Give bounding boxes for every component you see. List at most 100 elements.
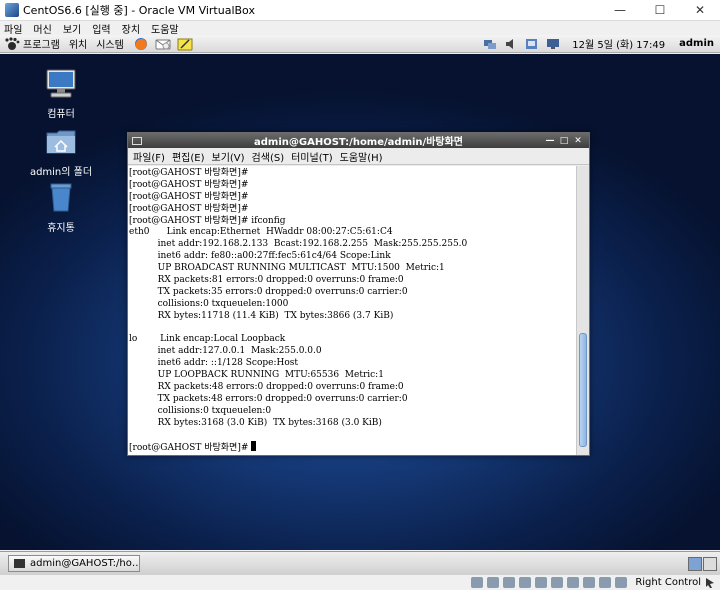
terminal-output[interactable]: [root@GAHOST 바탕화면]# [root@GAHOST 바탕화면]# … xyxy=(128,166,576,455)
vbox-statusbar: Right Control xyxy=(0,575,720,590)
cpu-icon[interactable] xyxy=(599,577,612,588)
menu-input[interactable]: 입력 xyxy=(92,21,110,36)
terminal-small-icon xyxy=(14,559,25,568)
terminal-line: collisions:0 txqueuelen:1000 xyxy=(129,298,289,309)
terminal-line: eth0 Link encap:Ethernet HWaddr 08:00:27… xyxy=(129,227,393,238)
optical-drive-icon[interactable] xyxy=(487,577,500,588)
terminal-line: [root@GAHOST 바탕화면]# ifconfig xyxy=(129,215,286,226)
minimize-button[interactable]: — xyxy=(600,0,640,21)
workspace-switcher xyxy=(687,556,717,571)
terminal-line: RX packets:48 errors:0 dropped:0 overrun… xyxy=(129,382,404,393)
terminal-titlebar[interactable]: admin@GAHOST:/home/admin/바탕화면 — □ ✕ xyxy=(128,133,589,148)
usb-icon[interactable] xyxy=(535,577,548,588)
terminal-menu-terminal[interactable]: 터미널(T) xyxy=(291,149,333,164)
menu-devices[interactable]: 장치 xyxy=(122,21,140,36)
maximize-button[interactable]: ☐ xyxy=(640,0,680,21)
terminal-line: inet6 addr: ::1/128 Scope:Host xyxy=(129,358,299,369)
keyboard-capture-icon[interactable] xyxy=(704,577,716,589)
desktop-icon-label: 휴지통 xyxy=(47,223,75,234)
taskbar-button-label: admin@GAHOST:/ho… xyxy=(30,558,140,569)
scrollbar-thumb[interactable] xyxy=(579,333,587,447)
desktop-icon-label: 컴퓨터 xyxy=(47,109,75,120)
menu-help[interactable]: 도움말 xyxy=(151,21,179,36)
terminal-title: admin@GAHOST:/home/admin/바탕화면 xyxy=(254,137,463,148)
terminal-line: [root@GAHOST 바탕화면]# xyxy=(129,203,249,214)
hard-disk-icon[interactable] xyxy=(471,577,484,588)
desktop-icon-trash[interactable]: 휴지통 xyxy=(26,181,96,234)
panel-user[interactable]: admin xyxy=(679,38,714,49)
firefox-icon[interactable] xyxy=(133,37,149,51)
display-icon[interactable] xyxy=(546,38,560,50)
terminal-menu-search[interactable]: 검색(S) xyxy=(252,149,285,164)
desktop-icon-home[interactable]: admin의 폴더 xyxy=(26,125,96,178)
guest-screen: 프로그램 위치 시스템 12월 5일 (화) 17:49 admin 컴퓨터 a… xyxy=(0,35,720,575)
terminal-prompt: [root@GAHOST 바탕화면]# xyxy=(129,443,252,454)
screen-icon[interactable] xyxy=(567,577,580,588)
terminal-close-button[interactable]: ✕ xyxy=(571,136,585,146)
terminal-line: [root@GAHOST 바탕화면]# xyxy=(129,168,249,178)
note-editor-icon[interactable] xyxy=(177,37,193,51)
gnome-bottom-panel: admin@GAHOST:/ho… xyxy=(0,551,720,575)
terminal-line: UP LOOPBACK RUNNING MTU:65536 Metric:1 xyxy=(129,370,384,381)
close-button[interactable]: ✕ xyxy=(680,0,720,21)
desktop-icon-label: admin의 폴더 xyxy=(29,167,93,178)
update-icon[interactable] xyxy=(525,38,539,50)
network-icon[interactable] xyxy=(483,38,497,50)
panel-clock[interactable]: 12월 5일 (화) 17:49 xyxy=(572,36,665,51)
menu-file[interactable]: 파일 xyxy=(4,21,22,36)
desktop-icon-computer[interactable]: 컴퓨터 xyxy=(26,67,96,120)
terminal-line: RX bytes:3168 (3.0 KiB) TX bytes:3168 (3… xyxy=(129,417,382,428)
system-menu[interactable]: 시스템 xyxy=(96,36,124,51)
terminal-line: inet addr:127.0.0.1 Mask:255.0.0.0 xyxy=(129,346,322,357)
places-menu[interactable]: 위치 xyxy=(69,36,87,51)
mail-icon[interactable] xyxy=(155,37,171,51)
vbox-menubar: 파일 머신 보기 입력 장치 도움말 xyxy=(0,21,720,36)
terminal-line: inet6 addr: fe80::a00:27ff:fec5:61c4/64 … xyxy=(129,251,391,262)
audio-icon[interactable] xyxy=(503,577,516,588)
workspace-1[interactable] xyxy=(688,556,702,571)
workspace-2[interactable] xyxy=(703,556,717,571)
desktop: 컴퓨터 admin의 폴더 휴지통 admin@GAHOST:/home/adm… xyxy=(0,54,720,550)
gnome-foot-icon xyxy=(5,36,20,50)
terminal-scrollbar[interactable] xyxy=(576,166,589,455)
menu-view[interactable]: 보기 xyxy=(63,21,81,36)
places-menu-label: 위치 xyxy=(68,40,88,51)
terminal-line: UP BROADCAST RUNNING MULTICAST MTU:1500 … xyxy=(129,263,445,274)
taskbar-terminal-button[interactable]: admin@GAHOST:/ho… xyxy=(8,555,140,572)
terminal-line: [root@GAHOST 바탕화면]# xyxy=(129,191,249,202)
terminal-line: lo Link encap:Local Loopback xyxy=(129,334,286,345)
system-menu-label: 시스템 xyxy=(96,40,124,51)
network-status-icon[interactable] xyxy=(519,577,532,588)
terminal-line: [root@GAHOST 바탕화면]# xyxy=(129,179,249,190)
gnome-top-panel: 프로그램 위치 시스템 12월 5일 (화) 17:49 admin xyxy=(0,35,720,53)
terminal-maximize-button[interactable]: □ xyxy=(557,136,571,146)
menu-machine[interactable]: 머신 xyxy=(33,21,51,36)
terminal-prompt-line: [root@GAHOST 바탕화면]# xyxy=(129,441,576,453)
terminal-line: collisions:0 txqueuelen:0 xyxy=(129,405,272,416)
terminal-menu-help[interactable]: 도움말(H) xyxy=(340,149,383,164)
virtualbox-icon xyxy=(5,3,19,17)
volume-icon[interactable] xyxy=(504,38,518,50)
vbox-titlebar: CentOS6.6 [실행 중] - Oracle VM VirtualBox … xyxy=(0,0,720,21)
applications-menu[interactable]: 프로그램 xyxy=(0,36,60,51)
terminal-menu-view[interactable]: 보기(V) xyxy=(212,149,245,164)
terminal-line: RX packets:81 errors:0 dropped:0 overrun… xyxy=(129,275,404,286)
terminal-window: admin@GAHOST:/home/admin/바탕화면 — □ ✕ 파일(F… xyxy=(127,132,590,456)
terminal-minimize-button[interactable]: — xyxy=(543,136,557,146)
terminal-menubar: 파일(F) 편집(E) 보기(V) 검색(S) 터미널(T) 도움말(H) xyxy=(128,148,589,165)
shared-folders-icon[interactable] xyxy=(551,577,564,588)
home-folder-icon xyxy=(46,130,76,154)
applications-menu-label: 프로그램 xyxy=(23,40,60,51)
text-cursor xyxy=(251,441,257,452)
video-capture-icon[interactable] xyxy=(583,577,596,588)
trash-icon xyxy=(50,183,72,212)
mouse-integration-icon[interactable] xyxy=(615,577,628,588)
terminal-line: inet addr:192.168.2.133 Bcast:192.168.2.… xyxy=(129,239,468,250)
computer-icon xyxy=(46,69,76,98)
terminal-menu-edit[interactable]: 편집(E) xyxy=(172,149,205,164)
terminal-menu-file[interactable]: 파일(F) xyxy=(133,149,165,164)
window-title: CentOS6.6 [실행 중] - Oracle VM VirtualBox xyxy=(23,4,255,17)
terminal-line: RX bytes:11718 (11.4 KiB) TX bytes:3866 … xyxy=(129,310,394,321)
